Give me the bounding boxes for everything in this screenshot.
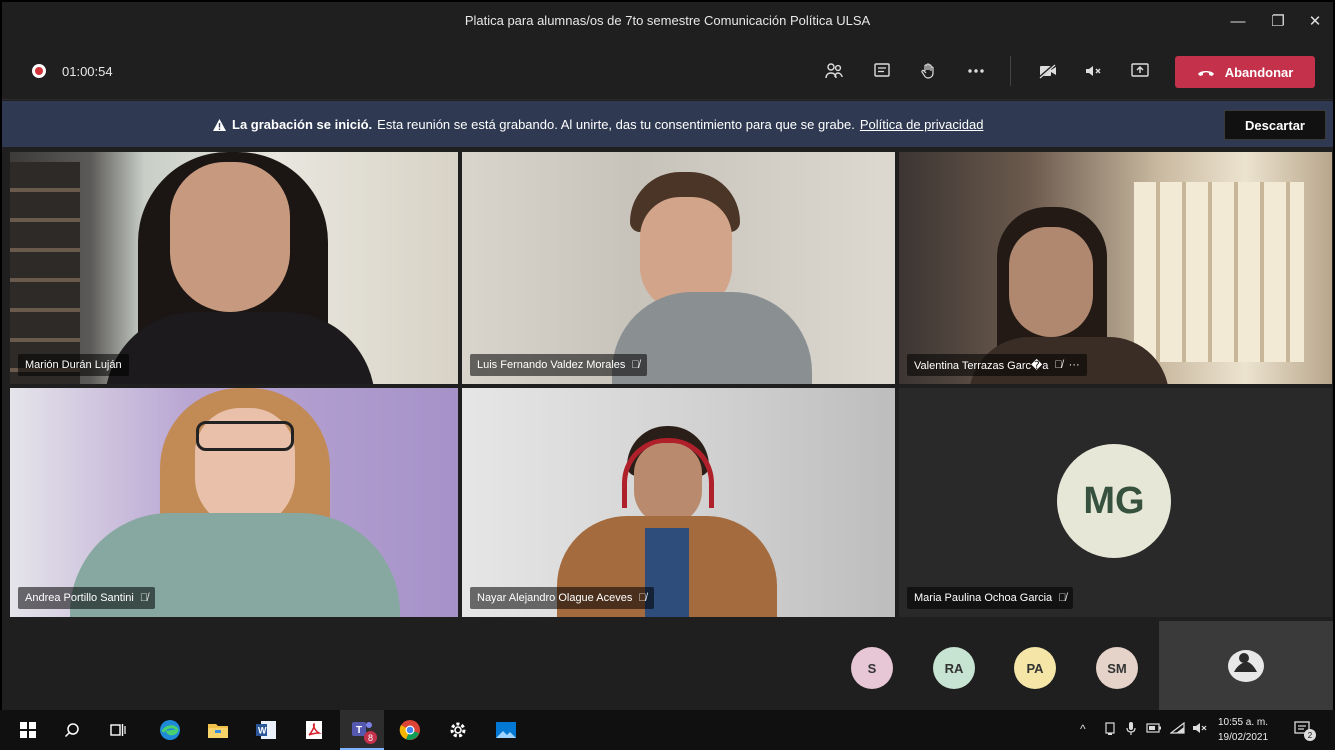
teams-icon[interactable]: T 8 [340,710,384,750]
camera-off-icon[interactable] [1034,58,1062,84]
privacy-policy-link[interactable]: Política de privacidad [860,117,984,132]
participant-name-tag: Maria Paulina Ochoa Garcia 🎙̸ [907,587,1074,609]
mic-off-icon: 🎙̸ [1054,359,1063,371]
mic-off-icon: 🎙̸ [631,359,640,371]
participant-name: Valentina Terrazas Garc�a [914,359,1049,372]
chrome-icon[interactable] [388,710,432,750]
battery-icon[interactable] [1146,722,1162,737]
toolbar-divider [1010,56,1011,86]
chat-icon[interactable] [868,58,896,84]
warning-icon [213,118,226,131]
taskbar: W T 8 ^ 10:55 a. m. 19/02/2021 2 [0,710,1335,750]
participant-avatar[interactable]: S [851,647,893,689]
video-tile[interactable]: Andrea Portillo Santini 🎙̸ [10,388,458,617]
camera-off-avatar-icon [1228,650,1264,682]
bookshelf [10,162,80,384]
participant-name: Luis Fernando Valdez Morales [477,359,626,371]
participant-name: Maria Paulina Ochoa Garcia [914,592,1053,604]
recording-banner: La grabación se inició. Esta reunión se … [2,101,1333,147]
settings-gear-icon[interactable] [436,710,480,750]
leave-label: Abandonar [1224,64,1294,80]
windows-start-icon[interactable] [6,710,50,750]
participant-avatar[interactable]: SM [1096,647,1138,689]
notifications-badge: 2 [1304,729,1316,741]
video-tile[interactable]: MG Maria Paulina Ochoa Garcia 🎙̸ [899,388,1332,617]
network-icon[interactable] [1104,722,1116,739]
dismiss-button[interactable]: Descartar [1224,110,1326,140]
participant-name-tag: Valentina Terrazas Garc�a 🎙̸ ··· [907,354,1087,376]
edge-icon[interactable] [148,710,192,750]
hang-up-icon [1197,71,1214,76]
taskbar-clock[interactable]: 10:55 a. m. 19/02/2021 [1218,715,1268,745]
svg-text:W: W [258,726,267,736]
self-view[interactable] [1159,621,1333,714]
mic-off-icon: 🎙̸ [1058,592,1067,604]
teams-meeting-window: Platica para alumnas/os de 7to semestre … [2,2,1333,748]
volume-icon[interactable] [1192,722,1208,737]
participant-name: Marión Durán Luján [25,359,122,371]
participant-avatar[interactable]: RA [933,647,975,689]
word-icon[interactable]: W [244,710,288,750]
video-tile[interactable]: Nayar Alejandro Olague Aceves 🎙̸ [462,388,895,617]
mic-off-icon: 🎙̸ [139,592,149,604]
leave-button[interactable]: Abandonar [1175,56,1315,88]
window-title: Platica para alumnas/os de 7to semestre … [464,13,871,28]
participant-avatar[interactable]: PA [1014,647,1056,689]
participant-face [634,443,702,525]
file-explorer-icon[interactable] [196,710,240,750]
window-blinds [1134,182,1304,362]
participant-name-tag: Andrea Portillo Santini 🎙̸ [18,587,156,609]
speaker-mute-icon[interactable] [1080,58,1108,84]
task-view-icon[interactable] [96,710,140,750]
overflow-participants: S RA PA SM [2,619,1333,714]
share-screen-icon[interactable] [1126,58,1154,84]
participant-name-tag: Marión Durán Luján [18,354,129,376]
maximize-button[interactable]: ❐ [1263,8,1293,34]
mic-off-icon: 🎙̸ [638,592,647,604]
meeting-timer: 01:00:54 [62,64,113,79]
tray-chevron-icon[interactable]: ^ [1080,722,1086,736]
teams-badge: 8 [364,731,377,744]
recording-started-text: La grabación se inició. [232,117,373,132]
recording-message: La grabación se inició. Esta reunión se … [212,117,983,132]
participant-name: Nayar Alejandro Olague Aceves [477,592,633,604]
meeting-controls: 01:00:54 Abandonar [2,40,1333,100]
participant-name-tag: Luis Fernando Valdez Morales 🎙̸ [470,354,647,376]
notifications-icon[interactable]: 2 [1294,720,1316,741]
video-tile[interactable]: Marión Durán Luján [10,152,458,384]
close-button[interactable]: ✕ [1300,8,1330,34]
recording-consent-text: Esta reunión se está grabando. Al unirte… [377,117,855,132]
search-icon[interactable] [50,710,94,750]
microphone-icon[interactable] [1126,722,1136,739]
glasses [196,421,294,451]
participant-name: Andrea Portillo Santini [25,592,134,604]
clock-time: 10:55 a. m. [1218,717,1269,728]
raise-hand-icon[interactable] [915,58,943,84]
video-tile[interactable]: Valentina Terrazas Garc�a 🎙̸ ··· [899,152,1332,384]
participant-avatar: MG [1057,444,1171,558]
participants-icon[interactable] [820,58,848,84]
participant-face [1009,227,1093,337]
acrobat-icon[interactable] [292,710,336,750]
more-options-icon[interactable] [962,58,990,84]
title-bar: Platica para alumnas/os de 7to semestre … [2,2,1333,40]
minimize-button[interactable]: — [1223,8,1253,34]
recording-icon [32,64,46,78]
photos-icon[interactable] [484,710,528,750]
participant-name-tag: Nayar Alejandro Olague Aceves 🎙̸ [470,587,654,609]
clock-date: 19/02/2021 [1218,732,1269,743]
wifi-icon[interactable] [1169,721,1186,737]
video-tile[interactable]: Luis Fernando Valdez Morales 🎙̸ [462,152,895,384]
participant-face [170,162,290,312]
tile-more-icon[interactable]: ··· [1069,359,1080,371]
svg-text:T: T [356,725,362,736]
